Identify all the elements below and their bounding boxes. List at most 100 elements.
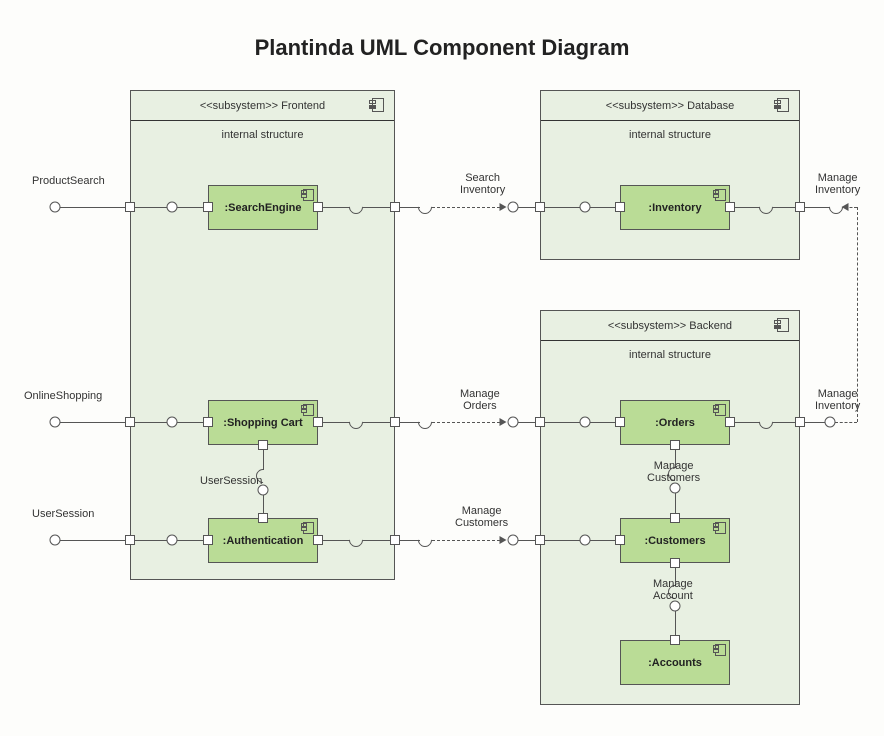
connector-line [263,450,264,470]
component-port [203,535,213,545]
label-search-inventory: Search Inventory [460,172,505,196]
subsystem-backend-sub: internal structure [541,341,799,361]
component-orders: :Orders [620,400,730,445]
component-icon [302,522,314,532]
interface-ball [508,417,519,428]
component-search-engine: :SearchEngine [208,185,318,230]
component-port [258,513,268,523]
connector-line [135,540,168,541]
component-customers-label: :Customers [644,535,705,547]
subsystem-port [535,202,545,212]
component-icon [714,522,726,532]
label-manage-inventory-db: Manage Inventory [815,172,860,196]
connector-line [735,207,760,208]
dependency-line [432,422,500,423]
component-port [313,417,323,427]
label-manage-customers: Manage Customers [455,505,508,529]
subsystem-database-stereotype: <<subsystem>> Database [606,100,734,112]
subsystem-frontend-header: <<subsystem>> Frontend [131,91,394,121]
component-inventory-label: :Inventory [648,202,701,214]
component-inventory: :Inventory [620,185,730,230]
subsystem-port [390,417,400,427]
component-port [203,202,213,212]
component-icon [302,189,314,199]
interface-ball [167,535,178,546]
component-port [670,635,680,645]
connector-line [545,207,580,208]
component-authentication-label: :Authentication [223,535,304,547]
component-icon [714,404,726,414]
component-orders-label: :Orders [655,417,695,429]
component-port [670,440,680,450]
component-customers: :Customers [620,518,730,563]
subsystem-frontend-stereotype: <<subsystem>> Frontend [200,100,325,112]
component-shopping-cart: :Shopping Cart [208,400,318,445]
connector-line [323,540,350,541]
component-port [670,513,680,523]
arrow-head-icon [500,203,507,211]
interface-ball [580,417,591,428]
label-manage-customers-internal: Manage Customers [647,460,700,484]
interface-ball [508,535,519,546]
dependency-line [835,422,857,423]
dependency-line [432,207,500,208]
component-icon [775,98,789,110]
arrow-head-icon [500,536,507,544]
subsystem-database: <<subsystem>> Database internal structur… [540,90,800,260]
arrow-head-icon [842,203,849,211]
label-product-search: ProductSearch [32,175,105,187]
connector-line [135,422,168,423]
component-port [615,535,625,545]
component-port [313,535,323,545]
subsystem-backend-stereotype: <<subsystem>> Backend [608,320,732,332]
label-online-shopping: OnlineShopping [24,390,102,402]
subsystem-port [795,417,805,427]
dependency-line [857,207,858,422]
interface-ball [50,535,61,546]
subsystem-port [535,417,545,427]
component-search-engine-label: :SearchEngine [224,202,301,214]
interface-ball [580,535,591,546]
connector-line [323,422,350,423]
component-port [615,202,625,212]
subsystem-database-sub: internal structure [541,121,799,141]
component-icon [714,189,726,199]
dependency-line [432,540,500,541]
subsystem-frontend-sub: internal structure [131,121,394,141]
component-accounts: :Accounts [620,640,730,685]
label-manage-orders: Manage Orders [460,388,500,412]
component-port [258,440,268,450]
component-port [725,417,735,427]
component-port [313,202,323,212]
component-icon [370,98,384,110]
subsystem-port [125,417,135,427]
diagram-title: Plantinda UML Component Diagram [0,35,884,61]
subsystem-port [125,202,135,212]
connector-line [60,422,130,423]
interface-ball [580,202,591,213]
connector-line [545,422,580,423]
connector-line [60,540,130,541]
component-port [670,558,680,568]
component-icon [775,318,789,330]
interface-ball [167,417,178,428]
label-user-session-internal: UserSession [200,475,262,487]
subsystem-port [535,535,545,545]
component-accounts-label: :Accounts [648,657,702,669]
connector-line [135,207,168,208]
label-user-session: UserSession [32,508,94,520]
component-port [725,202,735,212]
connector-line [805,422,825,423]
subsystem-port [390,535,400,545]
component-icon [714,644,726,654]
label-manage-account: Manage Account [653,578,693,602]
connector-line [735,422,760,423]
interface-ball [825,417,836,428]
connector-line [805,207,830,208]
subsystem-port [125,535,135,545]
component-authentication: :Authentication [208,518,318,563]
interface-ball [508,202,519,213]
subsystem-port [795,202,805,212]
interface-ball [50,202,61,213]
interface-ball [50,417,61,428]
